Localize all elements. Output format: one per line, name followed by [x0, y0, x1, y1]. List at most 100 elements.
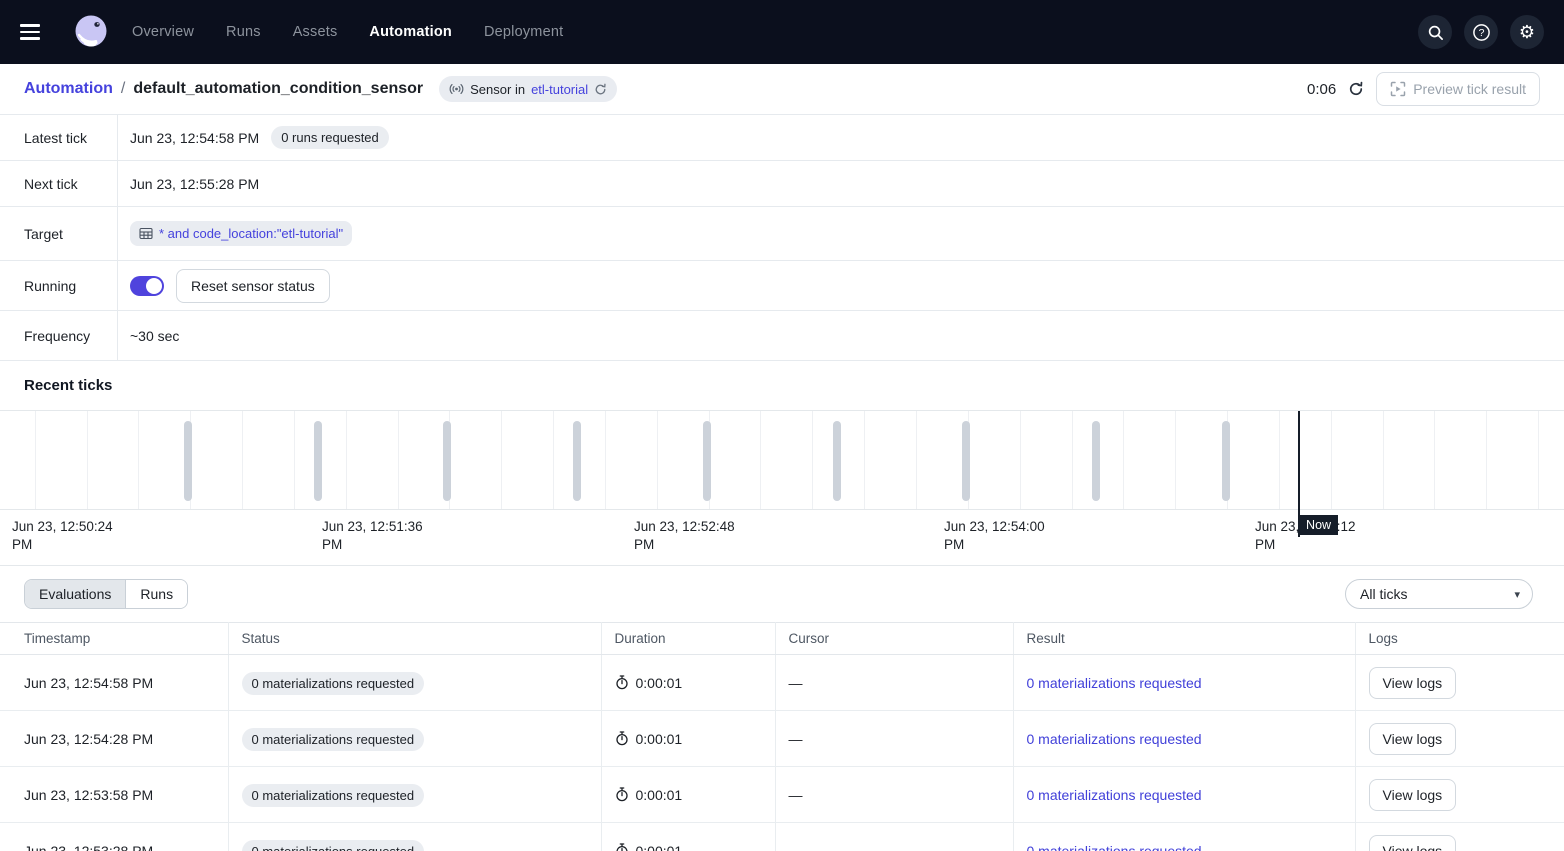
toggle-knob: [146, 278, 162, 294]
details-value: ~30 sec: [118, 311, 1564, 360]
timeline-gridline: [242, 411, 243, 509]
view-logs-button[interactable]: View logs: [1369, 835, 1457, 851]
cell-status: 0 materializations requested: [228, 711, 601, 767]
code-location-link[interactable]: etl-tutorial: [531, 82, 588, 97]
timeline-gridline: [294, 411, 295, 509]
tick-filter-select[interactable]: All ticks ▾: [1345, 579, 1533, 609]
timeline-gridline: [1434, 411, 1435, 509]
tick-mark[interactable]: [314, 421, 322, 501]
timeline-axis-label: Jun 23, 12:54:00 PM: [944, 518, 1060, 554]
result-link[interactable]: 0 materializations requested: [1027, 787, 1202, 803]
column-header-logs: Logs: [1355, 623, 1564, 655]
timeline-gridline: [553, 411, 554, 509]
stopwatch-icon: [615, 787, 629, 802]
details-label: Frequency: [0, 311, 118, 360]
tab-evaluations[interactable]: Evaluations: [25, 580, 126, 608]
timeline-axis-label: Jun 23, 12:50:24 PM: [12, 518, 128, 554]
duration-value: 0:00:01: [615, 675, 775, 691]
preview-tick-result-button[interactable]: Preview tick result: [1376, 72, 1540, 106]
details-label: Running: [0, 261, 118, 310]
timeline-gridline: [346, 411, 347, 509]
nav-item-assets[interactable]: Assets: [293, 24, 338, 40]
reset-sensor-status-button[interactable]: Reset sensor status: [176, 269, 330, 303]
refresh-icon[interactable]: [594, 83, 607, 96]
running-toggle[interactable]: [130, 276, 164, 296]
timeline-gridline: [138, 411, 139, 509]
tick-mark[interactable]: [703, 421, 711, 501]
timeline-gridline: [1486, 411, 1487, 509]
result-link[interactable]: 0 materializations requested: [1027, 843, 1202, 851]
recent-ticks-timeline: [0, 410, 1564, 510]
timeline-gridline: [1383, 411, 1384, 509]
cell-cursor: —: [775, 655, 1013, 711]
tick-mark[interactable]: [1222, 421, 1230, 501]
search-icon[interactable]: [1418, 15, 1452, 49]
view-logs-button[interactable]: View logs: [1369, 779, 1457, 811]
evaluations-table: TimestampStatusDurationCursorResultLogs …: [0, 622, 1564, 851]
cell-logs: View logs: [1355, 823, 1564, 851]
recent-ticks-title: Recent ticks: [0, 361, 1564, 410]
duration-value: 0:00:01: [615, 843, 775, 851]
table-row: Jun 23, 12:53:58 PM0 materializations re…: [0, 767, 1564, 823]
sensor-badge-text: Sensor in: [470, 82, 525, 97]
stopwatch-icon: [615, 843, 629, 851]
details-row-frequency: Frequency~30 sec: [0, 311, 1564, 361]
column-header-status: Status: [228, 623, 601, 655]
duration-text: 0:00:01: [636, 731, 683, 747]
ticks-toolbar: EvaluationsRuns All ticks ▾: [0, 566, 1564, 622]
tick-mark[interactable]: [443, 421, 451, 501]
details-label: Next tick: [0, 161, 118, 206]
target-selection-tag[interactable]: * and code_location:"etl-tutorial": [130, 221, 352, 246]
runs-requested-badge: 0 runs requested: [271, 126, 389, 149]
tick-mark[interactable]: [962, 421, 970, 501]
nav-item-automation[interactable]: Automation: [369, 24, 452, 40]
duration-text: 0:00:01: [636, 787, 683, 803]
timeline-gridline: [1331, 411, 1332, 509]
tick-mark[interactable]: [1092, 421, 1100, 501]
tick-mark[interactable]: [833, 421, 841, 501]
tick-mark[interactable]: [184, 421, 192, 501]
duration-value: 0:00:01: [615, 731, 775, 747]
nav-item-deployment[interactable]: Deployment: [484, 24, 563, 40]
timeline-gridline: [1538, 411, 1539, 509]
tick-filter-value: All ticks: [1360, 586, 1407, 602]
menu-icon[interactable]: [20, 18, 48, 46]
nav-actions: ?⚙: [1418, 15, 1544, 49]
details-row-next-tick: Next tickJun 23, 12:55:28 PM: [0, 161, 1564, 207]
details-value: Jun 23, 12:54:58 PM0 runs requested: [118, 115, 1564, 160]
gear-icon[interactable]: ⚙: [1510, 15, 1544, 49]
nav-item-runs[interactable]: Runs: [226, 24, 261, 40]
timeline-gridline: [657, 411, 658, 509]
view-logs-button[interactable]: View logs: [1369, 667, 1457, 699]
column-header-duration: Duration: [601, 623, 775, 655]
help-icon[interactable]: ?: [1464, 15, 1498, 49]
stopwatch-icon: [615, 675, 629, 690]
tick-mark[interactable]: [573, 421, 581, 501]
timeline-gridline: [605, 411, 606, 509]
table-row: Jun 23, 12:54:58 PM0 materializations re…: [0, 655, 1564, 711]
tab-runs[interactable]: Runs: [126, 580, 187, 608]
view-logs-button[interactable]: View logs: [1369, 723, 1457, 755]
breadcrumb-automation-link[interactable]: Automation: [24, 80, 113, 98]
column-header-result: Result: [1013, 623, 1355, 655]
table-header-row: TimestampStatusDurationCursorResultLogs: [0, 623, 1564, 655]
cell-duration: 0:00:01: [601, 767, 775, 823]
status-badge: 0 materializations requested: [242, 840, 425, 851]
timeline-axis-label: Jun 23, 12:51:36 PM: [322, 518, 438, 554]
dagster-logo-icon[interactable]: [72, 13, 110, 51]
cell-timestamp: Jun 23, 12:54:28 PM: [0, 711, 228, 767]
timeline-gridline: [1175, 411, 1176, 509]
page-title: default_automation_condition_sensor: [133, 80, 423, 98]
preview-icon: [1390, 81, 1406, 97]
target-selection-text: * and code_location:"etl-tutorial": [159, 226, 343, 241]
cell-result: 0 materializations requested: [1013, 767, 1355, 823]
cell-logs: View logs: [1355, 655, 1564, 711]
now-tooltip: Now: [1299, 515, 1338, 535]
refresh-icon[interactable]: [1348, 81, 1364, 97]
result-link[interactable]: 0 materializations requested: [1027, 675, 1202, 691]
dagster-app: Overview Runs Assets Automation Deployment ?…: [0, 0, 1564, 851]
table-row: Jun 23, 12:53:28 PM0 materializations re…: [0, 823, 1564, 851]
nav-item-overview[interactable]: Overview: [132, 24, 194, 40]
timeline-gridline: [916, 411, 917, 509]
result-link[interactable]: 0 materializations requested: [1027, 731, 1202, 747]
